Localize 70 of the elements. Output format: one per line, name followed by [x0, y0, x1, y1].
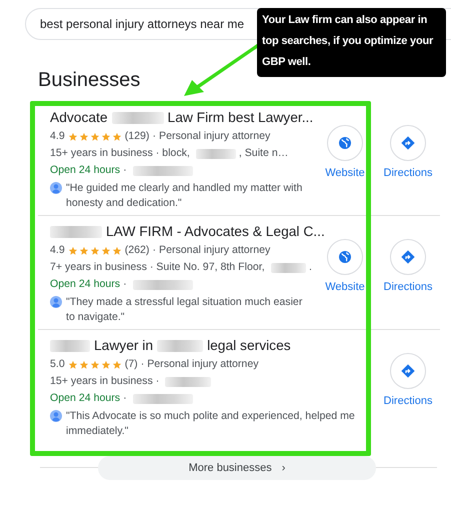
star-icon	[78, 132, 89, 142]
review-snippet: "He guided me clearly and handled my matter with honesty and dedication."	[66, 181, 304, 211]
review-count: (7)	[124, 357, 138, 372]
more-businesses-button[interactable]: More businesses ›	[98, 456, 376, 480]
business-title[interactable]: LAW FIRM - Advocates & Legal C...	[50, 222, 325, 242]
redaction-blur	[196, 148, 236, 158]
star-icon	[90, 246, 100, 256]
separator-dot: ·	[152, 129, 156, 144]
star-icon	[68, 246, 78, 256]
star-icon	[112, 246, 122, 256]
review-snippet: "They made a stressful legal situation much easier to navigate."	[66, 295, 304, 325]
review-count: (262)	[124, 243, 150, 258]
directions-button[interactable]: Directions	[383, 353, 433, 407]
star-icon	[78, 246, 89, 256]
redaction-blur	[132, 394, 193, 404]
redaction-blur	[50, 226, 102, 238]
redaction-blur	[132, 166, 193, 176]
business-title[interactable]: Lawyer in legal services	[50, 336, 291, 356]
avatar-icon	[50, 296, 62, 308]
avatar-icon	[50, 410, 62, 422]
star-icon	[68, 132, 78, 142]
directions-button[interactable]: Directions	[383, 125, 433, 179]
directions-icon	[400, 135, 416, 151]
redaction-blur	[50, 340, 90, 352]
separator-dot: ·	[123, 277, 127, 292]
category: Personal injury attorney	[159, 243, 270, 258]
business-details: 15+ years in business ·	[50, 374, 160, 389]
star-icon	[100, 132, 111, 142]
rating: 4.9	[50, 243, 65, 258]
separator-dot: ·	[140, 357, 144, 372]
website-button[interactable]: Website	[320, 125, 370, 179]
redaction-blur	[270, 262, 306, 272]
rating: 4.9	[50, 129, 65, 144]
globe-icon	[337, 249, 353, 265]
review-count: (129)	[124, 129, 150, 144]
star-icon	[90, 360, 100, 370]
separator-dot: ·	[152, 243, 156, 258]
redaction-blur	[165, 376, 212, 386]
hours-status: Open 24 hours	[50, 277, 120, 292]
star-icon	[112, 132, 122, 142]
redaction-blur	[132, 280, 193, 290]
hours-status: Open 24 hours	[50, 163, 120, 178]
redaction-blur	[112, 112, 164, 124]
rating: 5.0	[50, 357, 65, 372]
directions-icon	[400, 249, 416, 265]
star-icon	[112, 360, 122, 370]
avatar-icon	[50, 182, 62, 194]
website-button[interactable]: Website	[320, 239, 370, 293]
business-details: , Suite n…	[238, 146, 288, 161]
review-snippet: "This Advocate is so much polite and experienced, helped me immediately."	[66, 409, 355, 439]
section-heading: Businesses	[38, 68, 140, 92]
star-icon	[78, 360, 89, 370]
star-icon	[90, 132, 100, 142]
separator-dot: ·	[123, 163, 127, 178]
category: Personal injury attorney	[159, 129, 270, 144]
star-icon	[100, 360, 111, 370]
directions-icon	[400, 363, 416, 379]
redaction-blur	[157, 340, 204, 352]
category: Personal injury attorney	[147, 357, 259, 372]
star-icon	[68, 360, 78, 370]
star-icon	[100, 246, 111, 256]
globe-icon	[337, 135, 353, 151]
separator-dot: ·	[123, 391, 127, 406]
business-title[interactable]: Advocate Law Firm best Lawyer...	[50, 108, 314, 128]
directions-button[interactable]: Directions	[383, 239, 433, 293]
business-details: 15+ years in business · block,	[50, 146, 190, 161]
business-details: 7+ years in business · Suite No. 97, 8th Floor,	[50, 260, 265, 275]
hours-status: Open 24 hours	[50, 391, 120, 406]
callout-note: Your Law firm can also appear in top searches, if you optimize your GBP well.	[257, 8, 446, 77]
business-details: .	[309, 260, 312, 275]
